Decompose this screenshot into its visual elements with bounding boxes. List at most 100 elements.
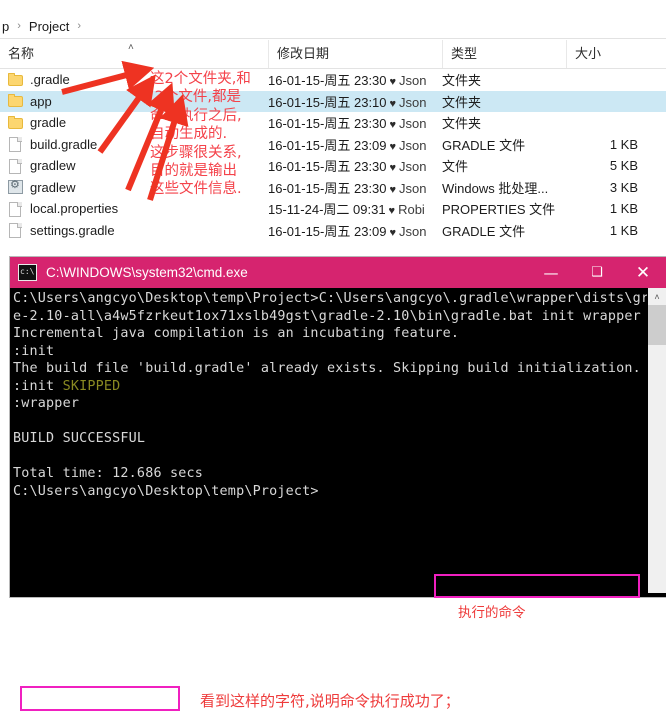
file-row[interactable]: settings.gradle 16-01-15-周五 23:09 ♥ Json GRA…: [0, 220, 666, 242]
console-line: C:\Users\angcyo\Desktop\temp\Project>: [13, 483, 319, 499]
heart-icon: ♥: [389, 76, 397, 89]
heart-icon: ♥: [389, 140, 397, 153]
breadcrumb[interactable]: p › Project ›: [0, 14, 666, 39]
heart-icon: ♥: [389, 119, 397, 132]
file-list: .gradle 16-01-15-周五 23:30 ♥ Json 文件夹 app 16-01…: [0, 69, 666, 241]
file-name-cell: settings.gradle: [8, 222, 115, 239]
file-date-value: 16-01-15-周五 23:30: [268, 159, 387, 175]
highlight-box-build-successful: [20, 686, 180, 711]
file-explorer-pane: p › Project › 名称 ˄ 修改日期 类型 大小 .gradle 16-…: [0, 0, 666, 265]
heart-icon: ♥: [389, 226, 397, 239]
file-owner-label: Json: [399, 137, 427, 153]
file-date-value: 16-01-15-周五 23:09: [268, 137, 387, 153]
file-type-cell: GRADLE 文件: [442, 223, 526, 239]
file-row[interactable]: gradlew 16-01-15-周五 23:30 ♥ Json 文件 5 KB: [0, 155, 666, 177]
file-row[interactable]: app 16-01-15-周五 23:10 ♥ Json 文件夹: [0, 90, 666, 112]
close-button[interactable]: ✕: [620, 257, 666, 288]
maximize-button[interactable]: ❑: [574, 257, 620, 288]
file-type-cell: PROPERTIES 文件: [442, 202, 556, 218]
file-icon: [8, 137, 23, 153]
script-icon: [8, 178, 23, 195]
cmd-console-body[interactable]: C:\Users\angcyo\Desktop\temp\Project>C:\…: [12, 288, 648, 593]
file-date-value: 15-11-24-周二 09:31: [268, 202, 386, 218]
file-name-label: settings.gradle: [30, 222, 115, 238]
column-header-name-label: 名称: [8, 46, 35, 61]
folder-icon: [8, 115, 23, 130]
cmd-title-bar[interactable]: C:\WINDOWS\system32\cmd.exe — ❑ ✕: [10, 257, 666, 288]
heart-icon: ♥: [388, 205, 396, 218]
heart-icon: ♥: [389, 183, 397, 196]
file-date-cell: 16-01-15-周五 23:30 ♥ Json: [268, 113, 427, 132]
file-type-cell: 文件夹: [442, 94, 482, 110]
file-date-value: 16-01-15-周五 23:30: [268, 116, 387, 132]
file-name-label: build.gradle: [30, 136, 98, 152]
console-line: C:\Users\angcyo\Desktop\temp\Project>C:\…: [13, 291, 648, 306]
file-size-cell: 3 KB: [609, 179, 638, 195]
column-header-size[interactable]: 大小: [566, 40, 640, 68]
file-date-value: 16-01-15-周五 23:30: [268, 73, 387, 89]
console-line: BUILD SUCCESSFUL: [13, 431, 146, 446]
file-row[interactable]: gradle 16-01-15-周五 23:30 ♥ Json 文件夹: [0, 112, 666, 134]
file-owner-label: Json: [399, 180, 427, 196]
column-header-date[interactable]: 修改日期: [268, 40, 442, 68]
file-type-cell: GRADLE 文件: [442, 137, 526, 153]
cmd-scrollbar[interactable]: ˄: [647, 288, 666, 593]
file-row[interactable]: local.properties 15-11-24-周二 09:31 ♥ Robi PR…: [0, 198, 666, 220]
file-name-label: gradlew: [30, 158, 76, 174]
file-size-cell: 1 KB: [609, 201, 638, 217]
file-row[interactable]: build.gradle 16-01-15-周五 23:09 ♥ Json GRADLE…: [0, 134, 666, 156]
console-line: :init: [13, 343, 55, 359]
file-date-cell: 16-01-15-周五 23:09 ♥ Json: [268, 221, 427, 240]
highlight-box-command: [434, 574, 640, 598]
file-name-label: app: [30, 93, 52, 109]
column-header-type-label: 类型: [451, 46, 478, 61]
file-owner-label: Robi: [398, 202, 425, 218]
breadcrumb-item-0[interactable]: p: [0, 19, 11, 34]
file-date-value: 16-01-15-周五 23:09: [268, 223, 387, 239]
file-size-cell: 5 KB: [609, 158, 638, 174]
cmd-icon: [18, 264, 37, 281]
console-line: e-2.10-all\a4w5fzrkeut1ox71xslb49gst\gra…: [13, 308, 641, 324]
heart-icon: ♥: [389, 97, 397, 110]
file-date-cell: 16-01-15-周五 23:09 ♥ Json: [268, 135, 427, 154]
breadcrumb-item-1[interactable]: Project: [27, 19, 71, 34]
file-icon: [8, 201, 23, 217]
file-icon: [8, 158, 23, 174]
file-type-cell: Windows 批处理...: [442, 180, 549, 196]
file-date-cell: 16-01-15-周五 23:10 ♥ Json: [268, 92, 427, 111]
folder-icon: [8, 72, 23, 87]
column-header-name[interactable]: 名称 ˄: [0, 40, 268, 68]
console-output: C:\Users\angcyo\Desktop\temp\Project>C:\…: [13, 290, 648, 500]
file-row[interactable]: gradlew 16-01-15-周五 23:30♥Json Windows 批处理…: [0, 177, 666, 199]
file-date-cell: 16-01-15-周五 23:30 ♥ Json: [268, 156, 427, 175]
file-row[interactable]: .gradle 16-01-15-周五 23:30 ♥ Json 文件夹: [0, 69, 666, 91]
file-name-label: .gradle: [30, 72, 70, 88]
folder-icon: [8, 94, 23, 108]
heart-icon: ♥: [389, 162, 397, 175]
file-name-cell: app: [8, 94, 52, 109]
minimize-button[interactable]: —: [528, 257, 574, 288]
file-owner-label: Json: [399, 116, 427, 132]
file-owner-label: Json: [399, 73, 427, 89]
file-owner-label: Json: [399, 223, 427, 239]
file-owner-label: Json: [399, 94, 427, 110]
file-size-cell: 1 KB: [609, 222, 638, 238]
column-header-type[interactable]: 类型: [442, 40, 566, 68]
file-date-value: 16-01-15-周五 23:30: [268, 180, 387, 196]
scroll-up-icon[interactable]: ˄: [648, 288, 666, 305]
cmd-window-title: C:\WINDOWS\system32\cmd.exe: [46, 265, 248, 280]
console-line: The build file 'build.gradle' already ex…: [13, 361, 641, 376]
file-icon: [8, 223, 23, 239]
file-type-cell: 文件夹: [442, 116, 482, 132]
file-type-cell: 文件夹: [442, 73, 482, 89]
file-name-label: gradlew: [30, 179, 76, 195]
console-skipped-label: SKIPPED: [62, 378, 121, 394]
cmd-window: C:\WINDOWS\system32\cmd.exe — ❑ ✕ C:\Use…: [10, 257, 666, 711]
column-header-row: 名称 ˄ 修改日期 类型 大小: [0, 40, 666, 69]
console-line: Total time: 12.686 secs: [13, 466, 204, 481]
console-line: Incremental java compilation is an incub…: [13, 326, 460, 341]
scrollbar-thumb[interactable]: [648, 305, 666, 345]
file-name-cell: .gradle: [8, 72, 70, 87]
